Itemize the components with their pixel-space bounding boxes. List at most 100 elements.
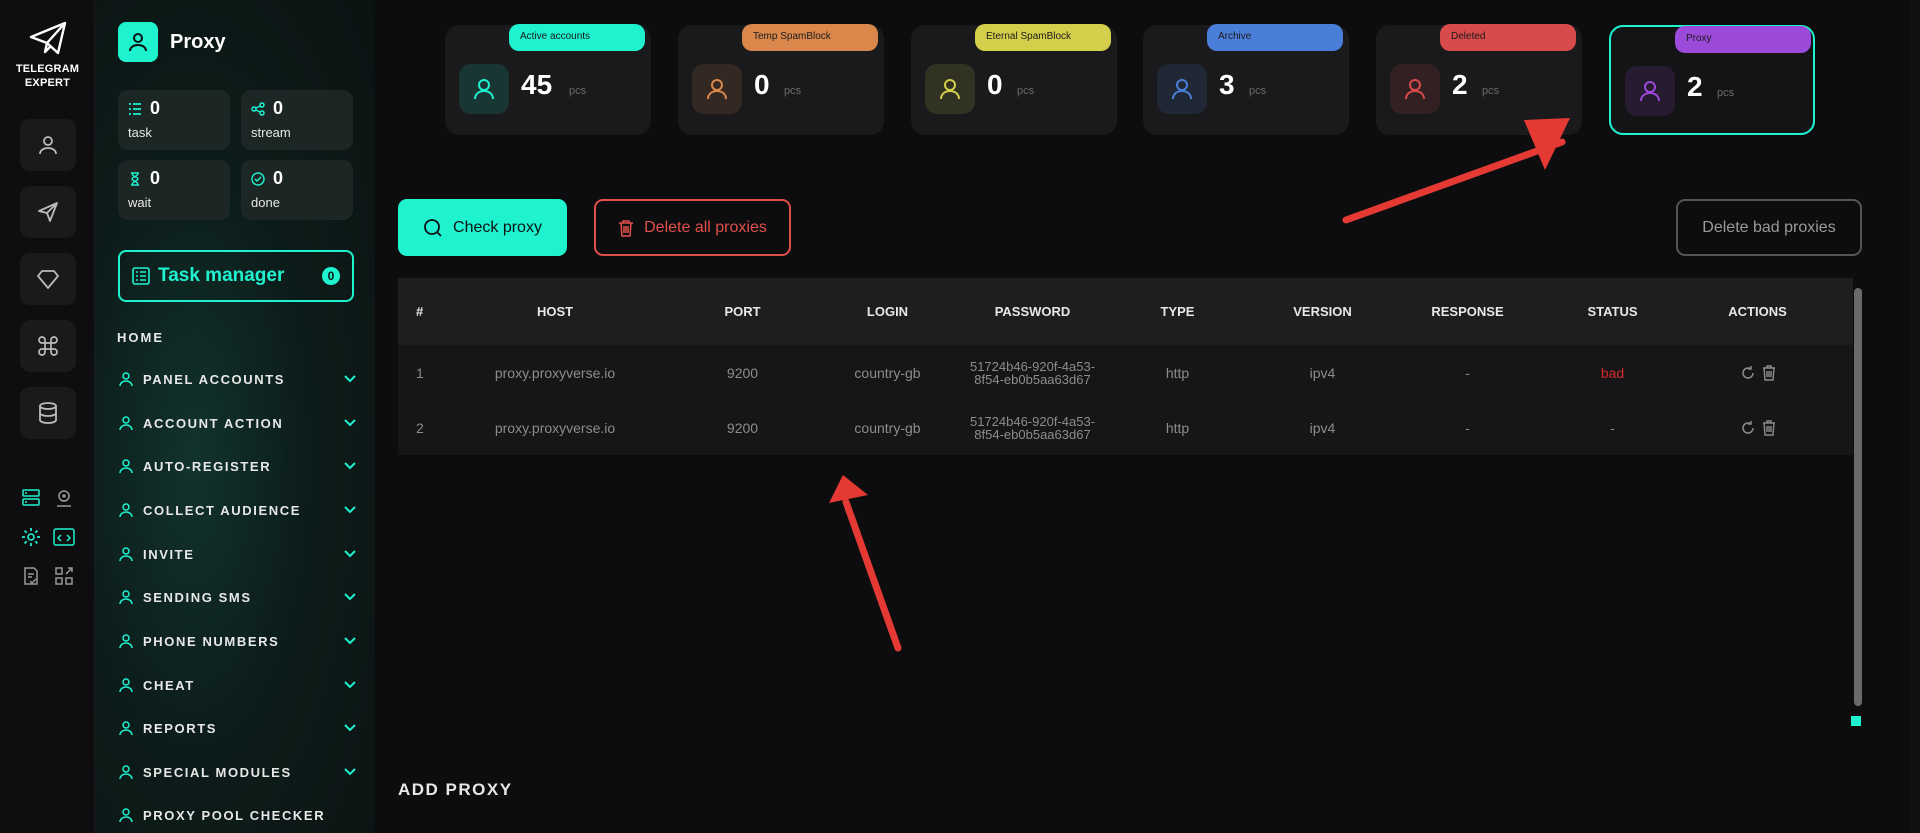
nav-item-auto-register[interactable]: AUTO-REGISTER — [117, 452, 357, 480]
nav-item-label: ACCOUNT ACTION — [143, 415, 284, 431]
rail-accounts-button[interactable] — [20, 119, 76, 171]
task-manager-icon — [132, 267, 150, 285]
cell-port: 9200 — [726, 419, 759, 436]
stat-done: 0 done — [241, 160, 353, 220]
nav-item-collect-audience[interactable]: COLLECT AUDIENCE — [117, 496, 357, 524]
user-invite-icon — [119, 547, 133, 562]
nav-home[interactable]: HOME — [117, 330, 164, 345]
document-check-icon — [24, 567, 38, 585]
nav-item-label: PANEL ACCOUNTS — [143, 371, 286, 387]
sidebar: Proxy 0 task 0 stream 0 wait 0 done Task… — [95, 0, 375, 833]
phone-icon — [119, 634, 133, 649]
stat-card-deleted[interactable]: Deleted 2 pcs — [1376, 24, 1582, 135]
user-heart-icon — [459, 64, 509, 114]
stat-card-value: 0 — [987, 69, 1003, 100]
nav-item-proxy-pool-checker[interactable]: PROXY POOL CHECKER — [117, 801, 357, 829]
refresh-icon[interactable] — [1740, 420, 1756, 436]
check-proxy-label: Check proxy — [453, 218, 542, 236]
icon-rail: TELEGRAM EXPERT — [0, 0, 95, 833]
diamond-icon — [37, 270, 59, 289]
stat-wait-value: 0 — [150, 168, 161, 188]
nav-item-invite[interactable]: INVITE — [117, 540, 357, 568]
nav-item-cheat[interactable]: CHEAT — [117, 671, 357, 699]
command-icon — [38, 336, 58, 356]
stat-task: 0 task — [118, 90, 230, 150]
nav-item-sending-sms[interactable]: SENDING SMS — [117, 583, 357, 611]
stat-card-archive[interactable]: Archive 3 pcs — [1143, 24, 1349, 135]
brand-name-line1: TELEGRAM — [15, 63, 80, 75]
trash-icon[interactable] — [1762, 364, 1776, 381]
window-scrollbar[interactable] — [1910, 0, 1920, 833]
cell-password: 51724b46-920f-4a53-8f54-eb0b5aa63d67 — [969, 358, 1096, 387]
cell-password-wrap: 51724b46-920f-4a53-8f54-eb0b5aa63d67 — [960, 415, 1105, 441]
refresh-icon[interactable] — [1740, 365, 1756, 381]
cell-status: bad — [1600, 364, 1625, 381]
cell-password: 51724b46-920f-4a53-8f54-eb0b5aa63d67 — [969, 413, 1096, 442]
nav-item-account-action[interactable]: ACCOUNT ACTION — [117, 409, 357, 437]
user-list-icon — [119, 503, 133, 518]
cell-login: country-gb — [854, 364, 921, 381]
gear-icon — [22, 528, 40, 546]
cell-response: - — [1465, 419, 1470, 436]
cell-n: 1 — [416, 364, 424, 381]
table-resize-handle[interactable] — [1851, 716, 1861, 726]
task-manager-button[interactable]: Task manager 0 — [118, 250, 354, 302]
chevron-down-icon — [344, 768, 356, 776]
rail-premium-button[interactable] — [20, 253, 76, 305]
stat-card-label: Proxy — [1675, 26, 1811, 53]
profile-icon — [118, 22, 158, 62]
table-header: # HOST PORT LOGIN PASSWORD TYPE VERSION RESPONS… — [398, 278, 1853, 345]
stat-card-eternal-spamblock[interactable]: Eternal SpamBlock 0 pcs — [911, 24, 1117, 135]
send-plus-icon — [119, 678, 133, 693]
users-icon — [119, 372, 133, 387]
table-row[interactable]: 2 proxy.proxyverse.io 9200 country-gb 51724b… — [398, 400, 1853, 455]
nav-item-label: SENDING SMS — [143, 589, 252, 605]
stat-stream-label: stream — [251, 125, 291, 140]
stat-card-value: 45 — [521, 69, 553, 100]
stat-card-proxy[interactable]: Proxy 2 pcs — [1609, 25, 1815, 135]
nav-item-special-modules[interactable]: SPECIAL MODULES — [117, 758, 357, 786]
rail-docs-button[interactable] — [19, 564, 43, 588]
column-header: # — [416, 304, 424, 319]
rail-grid-button[interactable] — [52, 564, 76, 588]
chevron-down-icon — [344, 375, 356, 383]
rail-code-button[interactable] — [52, 525, 76, 549]
stat-card-unit: pcs — [784, 85, 802, 97]
nav-item-reports[interactable]: REPORTS — [117, 714, 357, 742]
nav-item-panel-accounts[interactable]: PANEL ACCOUNTS — [117, 365, 357, 393]
stat-wait: 0 wait — [118, 160, 230, 220]
modules-icon — [119, 765, 133, 780]
nav-item-phone-numbers[interactable]: PHONE NUMBERS — [117, 627, 357, 655]
rail-location-button[interactable] — [52, 486, 76, 510]
stat-card-unit: pcs — [1717, 87, 1735, 99]
server-list-icon — [22, 489, 40, 506]
delete-all-proxies-label: Delete all proxies — [644, 218, 767, 236]
grid-arrow-icon — [55, 567, 73, 585]
nav-item-label: INVITE — [143, 546, 195, 562]
chevron-down-icon — [344, 550, 356, 558]
stat-stream-value: 0 — [273, 98, 284, 118]
table-row[interactable]: 1 proxy.proxyverse.io 9200 country-gb 51724b… — [398, 345, 1853, 400]
chevron-down-icon — [344, 506, 356, 514]
cell-type: http — [1165, 364, 1190, 381]
stat-card-temp-spamblock[interactable]: Temp SpamBlock 0 pcs — [678, 24, 884, 135]
cell-version: ipv4 — [1309, 419, 1336, 436]
rail-send-button[interactable] — [20, 186, 76, 238]
check-proxy-button[interactable]: Check proxy — [398, 199, 567, 256]
stat-card-active-accounts[interactable]: Active accounts 45 pcs — [445, 24, 651, 135]
trash-icon[interactable] — [1762, 419, 1776, 436]
stat-card-value: 2 — [1687, 71, 1703, 102]
rail-command-button[interactable] — [20, 320, 76, 372]
cell-login: country-gb — [854, 419, 921, 436]
table-scrollbar[interactable] — [1854, 288, 1862, 706]
delete-bad-proxies-button[interactable]: Delete bad proxies — [1676, 199, 1862, 256]
rail-settings-button[interactable] — [19, 525, 43, 549]
stat-card-unit: pcs — [1249, 85, 1267, 97]
sidebar-header: Proxy — [118, 22, 226, 62]
rail-database-button[interactable] — [20, 387, 76, 439]
rail-server-list-button[interactable] — [19, 486, 43, 510]
stat-card-value: 2 — [1452, 69, 1468, 100]
user-plus-icon — [119, 459, 133, 474]
report-icon — [119, 721, 133, 736]
delete-all-proxies-button[interactable]: Delete all proxies — [594, 199, 791, 256]
